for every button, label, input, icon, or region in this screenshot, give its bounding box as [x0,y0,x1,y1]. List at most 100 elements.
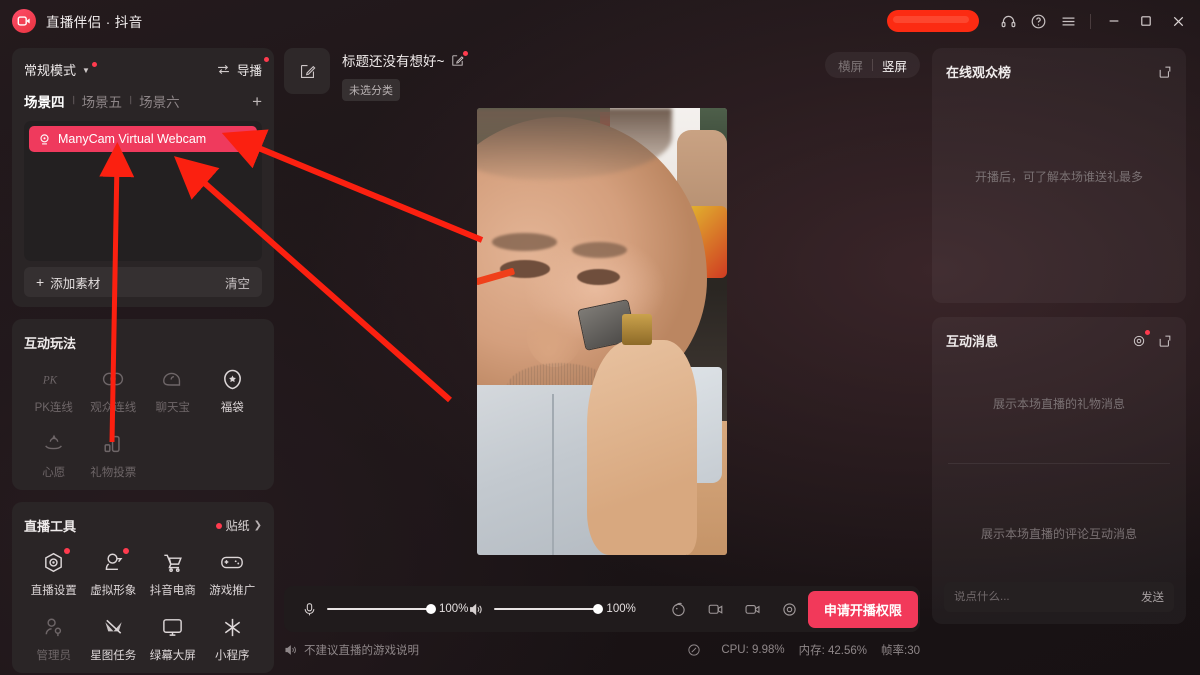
scene-tab-3[interactable]: 场景六 [139,91,180,111]
tool-live-settings[interactable]: 直播设置 [24,548,84,598]
settings-gear-icon[interactable] [1132,329,1150,348]
scene-tab-2[interactable]: 场景五 [82,91,123,111]
audience-empty-text: 开播后，可了解本场谁送礼最多 [974,170,1143,184]
microphone-icon[interactable] [302,602,317,617]
swap-arrows-icon[interactable] [216,62,231,77]
tool-admin[interactable]: 管理员 [24,614,84,663]
sticker-link-button[interactable]: 贴纸 ❯ [215,517,262,534]
orientation-portrait[interactable]: 竖屏 [873,56,916,75]
headset-support-icon[interactable] [993,6,1023,36]
gift-messages-empty-text: 展示本场直播的礼物消息 [992,397,1125,411]
source-item-manycam[interactable]: ManyCam Virtual Webcam [29,126,257,152]
source-footer: + 添加素材 清空 [24,267,262,297]
category-tag[interactable]: 未选分类 [342,79,400,101]
tool-lucky-bag[interactable]: 福袋 [203,366,263,415]
tool-label: 聊天宝 [155,402,191,414]
speaker-slider-track[interactable] [494,604,604,614]
stream-title-row: 标题还没有想好~ [342,50,469,70]
status-fps: 帧率:30 [881,645,920,657]
mic-volume-slider[interactable]: 100% [327,603,468,615]
status-cpu: CPU: 9.98% [721,644,785,656]
message-composer: 发送 [944,582,1174,612]
edit-cover-button[interactable] [284,48,330,94]
tool-virtual-avatar[interactable]: 虚拟形象 [84,548,144,598]
status-notice-text[interactable]: 不建议直播的游戏说明 [304,642,419,658]
interactive-play-grid: PK PK连线 观众连线 聊天宝 福袋 心愿 礼物投票 [24,366,262,480]
tool-audience-link[interactable]: 观众连线 [84,366,144,415]
preview-barber-hand [587,340,697,555]
star-map-icon [100,614,126,640]
maximize-icon[interactable] [1130,6,1162,36]
chevron-down-icon[interactable]: ▼ [82,66,90,75]
tool-mini-program[interactable]: 小程序 [203,614,263,663]
stream-control-bar: 100% 100% 申请开播权限 [284,586,920,632]
scene-tab-1[interactable]: 场景四 [24,91,65,111]
wish-icon [41,431,67,457]
source-item-label: ManyCam Virtual Webcam [58,132,207,146]
left-sidebar: 常规模式 ▼ 导播 场景四 \ 场景五 \ 场景六 + ManyCam Virt… [12,48,274,673]
tool-game-promo[interactable]: 游戏推广 [203,549,263,598]
director-button[interactable]: 导播 [236,56,269,79]
beauty-filter-icon[interactable] [670,601,687,618]
messages-panel-title: 互动消息 [946,334,999,349]
add-material-label: 添加素材 [50,276,101,291]
mic-slider-knob[interactable] [426,604,436,614]
status-metrics: CPU: 9.98% 内存: 42.56% 帧率:30 [687,642,920,658]
live-settings-icon [41,548,70,575]
edit-pencil-icon[interactable] [451,50,469,67]
screen-share-icon[interactable] [707,601,724,618]
titlebar-divider [1090,13,1091,29]
interactive-play-title: 互动玩法 [24,336,77,351]
webcam-icon [38,133,51,146]
clear-sources-button[interactable]: 清空 [225,273,250,292]
speaker-volume-slider[interactable]: 100% [494,603,636,615]
tool-douyin-ecommerce[interactable]: 抖音电商 [143,549,203,598]
tool-wish[interactable]: 心愿 [24,431,84,480]
tool-label: 管理员 [36,650,72,662]
gamepad-icon [219,549,245,575]
tool-badge-dot [63,548,70,554]
speaker-icon[interactable] [468,602,484,617]
stream-info-header: 标题还没有想好~ 未选分类 横屏 竖屏 [284,48,920,104]
apply-broadcast-permission-button[interactable]: 申请开播权限 [807,590,918,628]
tool-pk-link[interactable]: PK PK连线 [24,366,84,415]
tool-label: 小程序 [215,650,250,662]
close-icon[interactable] [1162,6,1194,36]
help-circle-icon[interactable] [1023,6,1053,36]
preview-subject-brow-left [492,233,557,252]
director-label: 导播 [236,63,262,78]
video-preview[interactable] [477,108,727,555]
minimize-icon[interactable] [1098,6,1130,36]
orientation-landscape[interactable]: 横屏 [829,56,872,75]
tool-label: 绿幕大屏 [149,650,196,662]
add-material-button[interactable]: + 添加素材 [36,273,100,292]
speaker-slider-knob[interactable] [593,604,604,614]
mic-slider-track[interactable] [327,604,436,614]
director-badge-dot [264,56,269,62]
camera-icon[interactable] [744,601,761,618]
tool-gift-vote[interactable]: 礼物投票 [84,431,144,480]
mic-volume-value: 100% [439,603,469,615]
add-scene-icon[interactable]: + [252,93,262,110]
network-speed-icon[interactable] [687,643,701,657]
tool-label: 星图任务 [90,650,137,662]
send-message-button[interactable]: 发送 [1141,589,1164,605]
tool-star-map-task[interactable]: 星图任务 [84,614,144,663]
messages-divider [948,463,1170,464]
scene-tabs: 场景四 \ 场景五 \ 场景六 + [24,90,262,112]
message-input[interactable] [954,591,1141,603]
preview-stage[interactable] [284,108,920,600]
mode-selector-label[interactable]: 常规模式 [24,60,76,79]
audience-ranking-panel: 在线观众榜 开播后，可了解本场谁送礼最多 [932,48,1186,303]
popout-window-icon[interactable] [1158,334,1172,348]
pk-icon: PK [41,366,67,392]
chat-treasure-icon [160,366,186,392]
settings-gear-icon[interactable] [781,601,798,618]
shopping-cart-icon [160,549,186,575]
menu-hamburger-icon[interactable] [1053,6,1083,36]
tool-chat-treasure[interactable]: 聊天宝 [143,366,203,415]
tool-green-screen[interactable]: 绿幕大屏 [143,614,203,663]
redacted-account-badge[interactable] [887,10,979,32]
popout-window-icon[interactable] [1158,65,1172,79]
tool-label: 虚拟形象 [90,585,137,597]
